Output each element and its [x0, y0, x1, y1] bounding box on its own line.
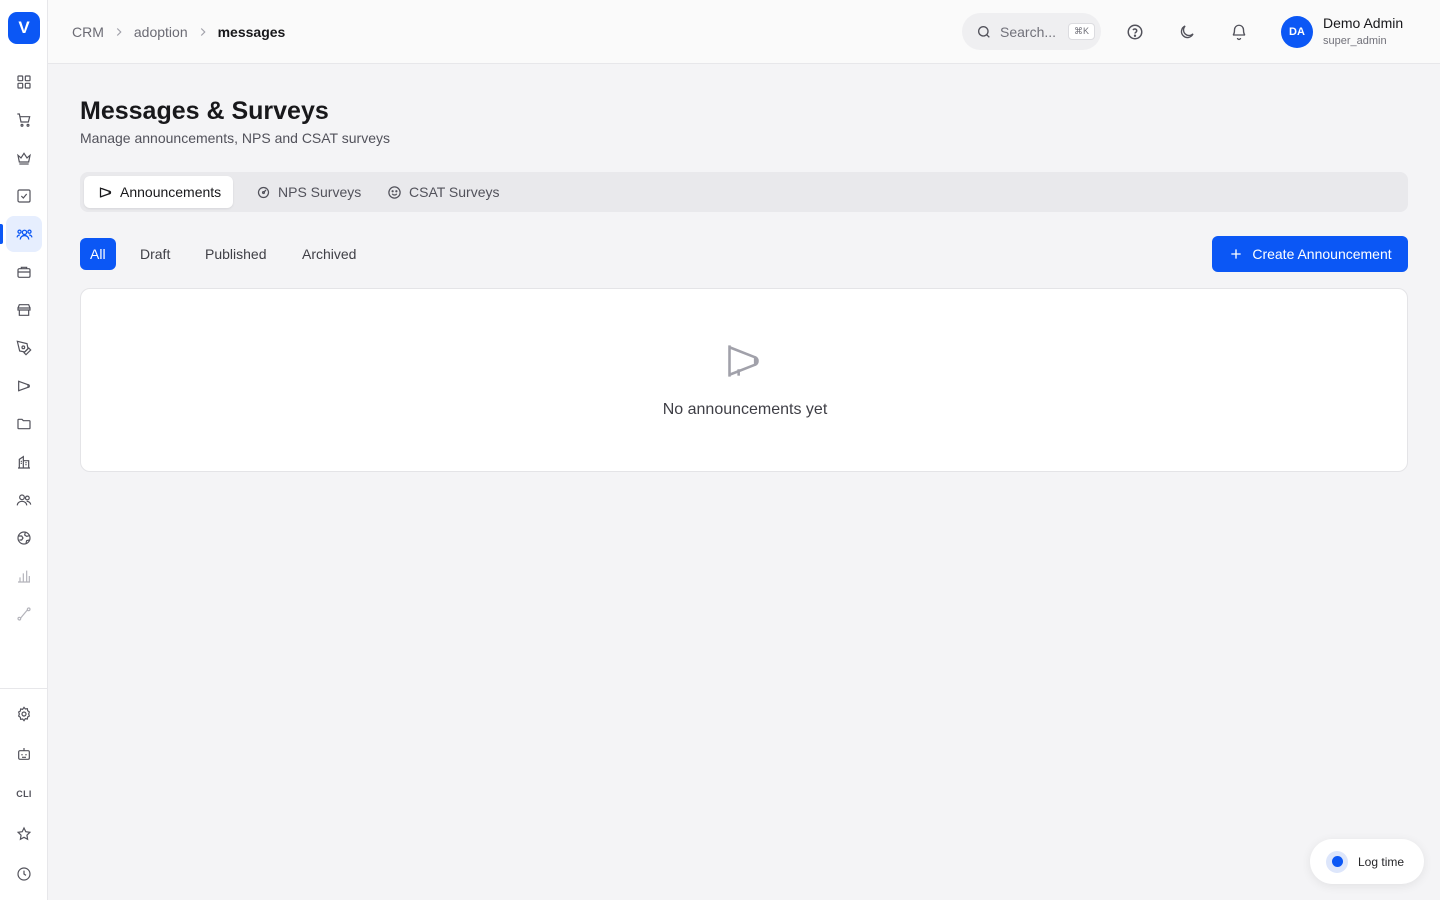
briefcase-icon [16, 264, 32, 280]
megaphone-icon [16, 378, 32, 394]
dashboard-grid-icon [16, 74, 32, 90]
nav-settings[interactable] [6, 696, 42, 732]
filter-all[interactable]: All [80, 238, 116, 270]
clock-icon [16, 866, 32, 882]
nav-orders[interactable] [6, 102, 42, 138]
create-announcement-button[interactable]: Create Announcement [1212, 236, 1408, 272]
sidebar: V CLI [0, 0, 48, 900]
chevron-right-icon [196, 25, 210, 39]
globe-icon [16, 530, 32, 546]
plus-icon [1228, 246, 1244, 262]
breadcrumb-adoption[interactable]: adoption [134, 24, 188, 40]
team-icon [16, 492, 32, 508]
megaphone-icon [98, 185, 113, 200]
search-shortcut: ⌘K [1068, 23, 1096, 40]
nav-tasks[interactable] [6, 178, 42, 214]
tab-label: NPS Surveys [278, 184, 362, 200]
theme-toggle-button[interactable] [1173, 18, 1201, 46]
create-announcement-label: Create Announcement [1252, 246, 1392, 262]
nav-premium[interactable] [6, 140, 42, 176]
bar-chart-icon [16, 568, 32, 584]
announcements-empty-state: No announcements yet [80, 288, 1408, 472]
nav-favorites[interactable] [6, 816, 42, 852]
tab-announcements[interactable]: Announcements [84, 176, 234, 208]
tab-label: Announcements [120, 184, 222, 200]
nav-deals[interactable] [6, 254, 42, 290]
help-button[interactable] [1121, 18, 1149, 46]
nav-messages[interactable] [6, 368, 42, 404]
tab-nps-surveys[interactable]: NPS Surveys [242, 176, 373, 208]
nav-global[interactable] [6, 520, 42, 556]
nav-dashboard[interactable] [6, 64, 42, 100]
nav-store[interactable] [6, 292, 42, 328]
nav-cli[interactable]: CLI [6, 776, 42, 812]
search-placeholder: Search... [1000, 23, 1057, 40]
nav-adoption[interactable] [6, 216, 42, 252]
nav-companies[interactable] [6, 444, 42, 480]
user-name[interactable]: Demo Admin [1323, 15, 1403, 31]
nav-team[interactable] [6, 482, 42, 518]
nav-history[interactable] [6, 856, 42, 892]
breadcrumb-crm[interactable]: CRM [72, 24, 104, 40]
users-group-icon [15, 226, 33, 243]
cli-icon: CLI [16, 789, 32, 799]
filter-draft[interactable]: Draft [130, 238, 180, 270]
folder-icon [16, 416, 32, 432]
user-role: super_admin [1323, 35, 1387, 47]
nav-reports[interactable] [6, 558, 42, 594]
megaphone-icon [724, 339, 768, 383]
empty-state-message: No announcements yet [662, 401, 828, 418]
checkbox-icon [16, 188, 32, 204]
avatar[interactable]: DA [1281, 16, 1313, 48]
sidebar-divider [0, 688, 48, 689]
pen-tool-icon [16, 340, 32, 356]
cart-icon [16, 112, 32, 128]
app-logo[interactable]: V [8, 12, 40, 44]
route-icon [16, 606, 32, 622]
log-time-label: Log time [1358, 854, 1405, 869]
nav-files[interactable] [6, 406, 42, 442]
gauge-icon [256, 185, 271, 200]
building-icon [16, 454, 32, 470]
crown-icon [16, 150, 32, 166]
chevron-right-icon [112, 25, 126, 39]
bell-icon [1230, 23, 1248, 41]
nav-content[interactable] [6, 330, 42, 366]
filter-archived[interactable]: Archived [292, 238, 366, 270]
timer-icon [1326, 850, 1348, 873]
bot-icon [16, 746, 32, 762]
page-title: Messages & Surveys [80, 97, 329, 125]
nav-automation[interactable] [6, 736, 42, 772]
breadcrumb: CRM adoption messages [72, 0, 285, 64]
section-tabs: Announcements NPS Surveys CSAT Surveys [80, 172, 1408, 212]
tab-label: CSAT Surveys [409, 184, 500, 200]
tab-csat-surveys[interactable]: CSAT Surveys [373, 176, 512, 208]
store-icon [16, 302, 32, 318]
notifications-button[interactable] [1225, 18, 1253, 46]
nav-journeys[interactable] [6, 596, 42, 632]
help-circle-icon [1126, 23, 1144, 41]
breadcrumb-messages: messages [217, 24, 286, 40]
page-subtitle: Manage announcements, NPS and CSAT surve… [80, 130, 390, 146]
top-header: CRM adoption messages Search... ⌘K DA De… [48, 0, 1440, 64]
moon-icon [1178, 23, 1196, 41]
search-input[interactable]: Search... ⌘K [962, 13, 1101, 50]
settings-gear-icon [16, 706, 32, 722]
log-time-button[interactable]: Log time [1310, 839, 1424, 884]
search-icon [976, 24, 992, 40]
star-icon [16, 826, 32, 842]
smile-icon [387, 185, 402, 200]
filter-published[interactable]: Published [195, 238, 277, 270]
active-indicator [0, 224, 3, 244]
